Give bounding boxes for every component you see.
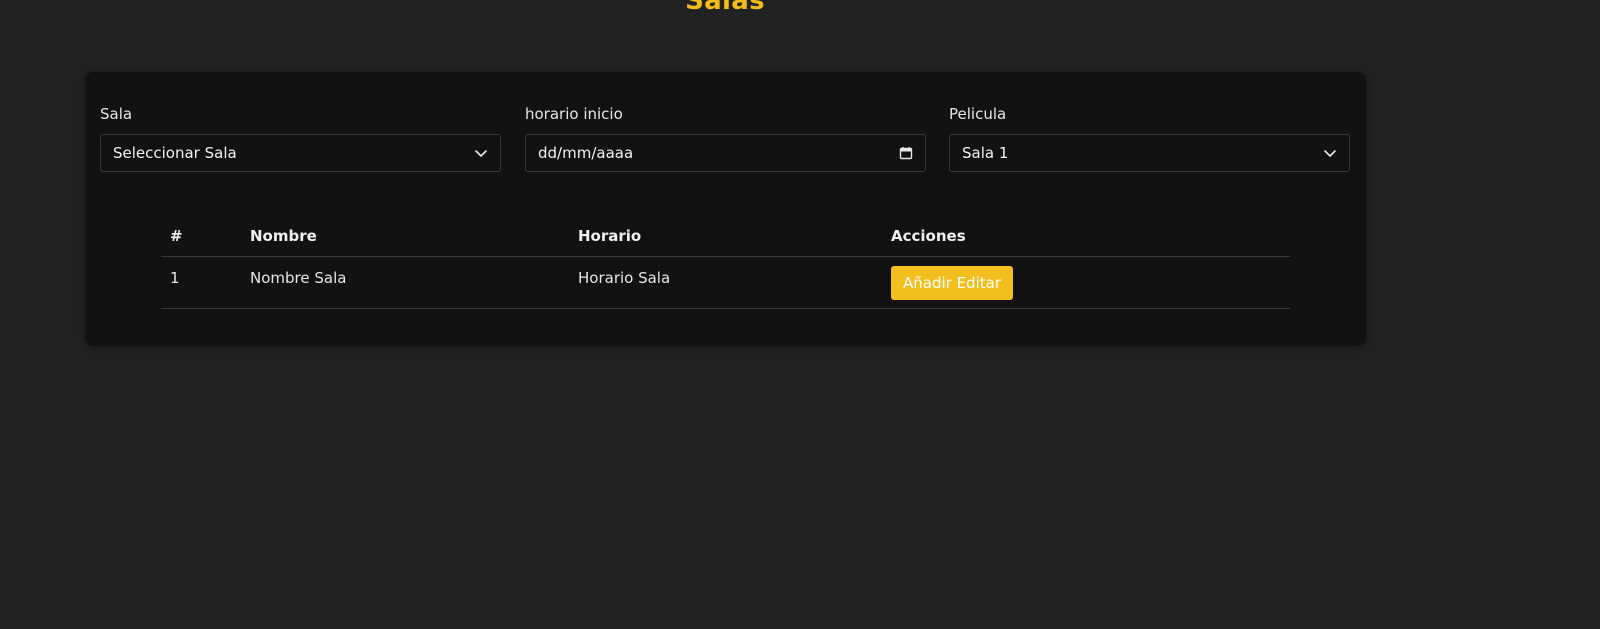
chevron-down-icon [1324, 150, 1336, 157]
cell-acciones: Añadir Editar [882, 256, 1290, 309]
sala-select[interactable]: Seleccionar Sala [100, 134, 501, 172]
sala-field: Sala Seleccionar Sala [100, 105, 501, 172]
col-header-horario: Horario [569, 216, 882, 257]
pelicula-label: Pelicula [949, 105, 1007, 123]
horario-date-value: dd/mm/aaaa [538, 144, 634, 162]
cell-horario: Horario Sala [569, 256, 882, 309]
col-header-number: # [161, 216, 241, 257]
table-header-row: # Nombre Horario Acciones [161, 216, 1290, 257]
page: Salas Sala Seleccionar Sala horario inic… [0, 0, 1600, 629]
pelicula-select-value: Sala 1 [962, 144, 1009, 162]
salas-table-wrap: # Nombre Horario Acciones 1 Nombre Sala … [161, 216, 1290, 309]
cell-nombre: Nombre Sala [241, 256, 569, 309]
pelicula-select[interactable]: Sala 1 [949, 134, 1350, 172]
salas-table: # Nombre Horario Acciones 1 Nombre Sala … [161, 216, 1290, 309]
table-row: 1 Nombre Sala Horario Sala Añadir Editar [161, 256, 1290, 309]
page-title: Salas [685, 0, 765, 16]
horario-date-input[interactable]: dd/mm/aaaa [525, 134, 926, 172]
sala-select-value: Seleccionar Sala [113, 144, 237, 162]
add-edit-button[interactable]: Añadir Editar [891, 266, 1013, 300]
calendar-icon[interactable] [899, 146, 913, 160]
horario-field: horario inicio dd/mm/aaaa [525, 105, 926, 172]
chevron-down-icon [475, 150, 487, 157]
col-header-nombre: Nombre [241, 216, 569, 257]
pelicula-field: Pelicula Sala 1 [949, 105, 1350, 172]
cell-number: 1 [161, 256, 241, 309]
salas-card: Sala Seleccionar Sala horario inicio dd/… [85, 72, 1366, 346]
col-header-acciones: Acciones [882, 216, 1290, 257]
horario-label: horario inicio [525, 105, 623, 123]
sala-label: Sala [100, 105, 133, 123]
